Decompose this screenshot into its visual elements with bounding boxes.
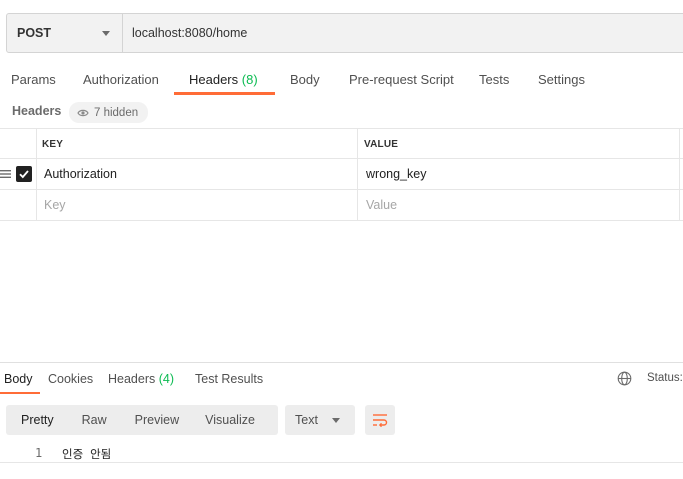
new-key-input[interactable]: Key [44, 198, 66, 212]
chevron-down-icon [102, 30, 110, 36]
header-key-cell[interactable]: Authorization [44, 167, 117, 181]
method-label: POST [17, 26, 52, 40]
hidden-headers-label: 7 hidden [94, 106, 139, 119]
drag-handle-icon[interactable] [0, 169, 11, 179]
wrap-lines-button[interactable] [365, 405, 395, 435]
column-divider [679, 159, 680, 189]
line-number: 1 [35, 446, 43, 460]
response-tab-headers[interactable]: Headers (4) [108, 365, 174, 393]
column-divider [357, 159, 358, 189]
headers-section-title: Headers [12, 104, 62, 118]
eye-icon [77, 109, 89, 116]
response-body-editor[interactable]: 1 인증 안됨 [0, 444, 683, 463]
response-type-select[interactable]: Text [285, 405, 355, 435]
table-row-new: Key Value [0, 190, 683, 221]
response-tab-headers-count: (4) [158, 372, 175, 386]
response-line-text[interactable]: 인증 안됨 [62, 446, 111, 462]
tab-tests[interactable]: Tests [479, 64, 509, 96]
tab-headers-label: Headers [189, 72, 239, 87]
tab-authorization[interactable]: Authorization [83, 64, 159, 96]
table-row: Authorization wrong_key [0, 159, 683, 190]
url-input[interactable]: localhost:8080/home [123, 14, 683, 52]
response-tab-headers-label: Headers [108, 372, 156, 386]
column-divider [679, 190, 680, 220]
table-header-row: KEY VALUE [0, 128, 683, 159]
request-bar: POST localhost:8080/home [6, 13, 683, 53]
format-raw-button[interactable]: Raw [82, 405, 107, 435]
column-divider [36, 159, 37, 189]
headers-table: KEY VALUE Authorization wrong_key Key Va… [0, 128, 683, 221]
wrap-lines-icon [373, 414, 388, 427]
tab-settings[interactable]: Settings [538, 64, 585, 96]
globe-icon[interactable] [617, 371, 632, 386]
method-select[interactable]: POST [7, 14, 123, 52]
active-tab-indicator [174, 92, 275, 95]
tab-body[interactable]: Body [290, 64, 320, 96]
column-divider [679, 129, 680, 158]
tab-headers-count: (8) [241, 72, 258, 87]
tab-prerequest-script[interactable]: Pre-request Script [349, 64, 454, 96]
response-type-label: Text [295, 413, 318, 427]
column-divider [36, 129, 37, 158]
column-header-value: VALUE [364, 139, 399, 150]
response-tab-body[interactable]: Body [4, 365, 33, 393]
status-label: Status: [647, 372, 683, 384]
row-enabled-checkbox[interactable] [16, 166, 32, 182]
column-divider [357, 129, 358, 158]
request-tabs: Params Authorization Headers (8) Body Pr… [0, 64, 683, 96]
format-preview-button[interactable]: Preview [135, 405, 179, 435]
new-value-input[interactable]: Value [366, 198, 397, 212]
response-tab-cookies[interactable]: Cookies [48, 365, 93, 393]
column-header-key: KEY [42, 139, 64, 150]
format-pretty-button[interactable]: Pretty [21, 405, 54, 435]
tab-params[interactable]: Params [11, 64, 56, 96]
checkbox-checked-icon [19, 170, 29, 179]
header-value-cell[interactable]: wrong_key [366, 167, 426, 181]
active-response-tab-indicator [0, 392, 40, 394]
format-segmented-control: Pretty Raw Preview Visualize [6, 405, 278, 435]
chevron-down-icon [331, 417, 340, 423]
hidden-headers-toggle[interactable]: 7 hidden [69, 102, 149, 123]
response-divider [0, 362, 683, 363]
column-divider [357, 190, 358, 220]
format-visualize-button[interactable]: Visualize [205, 405, 255, 435]
response-tab-test-results[interactable]: Test Results [195, 365, 263, 393]
column-divider [36, 190, 37, 220]
